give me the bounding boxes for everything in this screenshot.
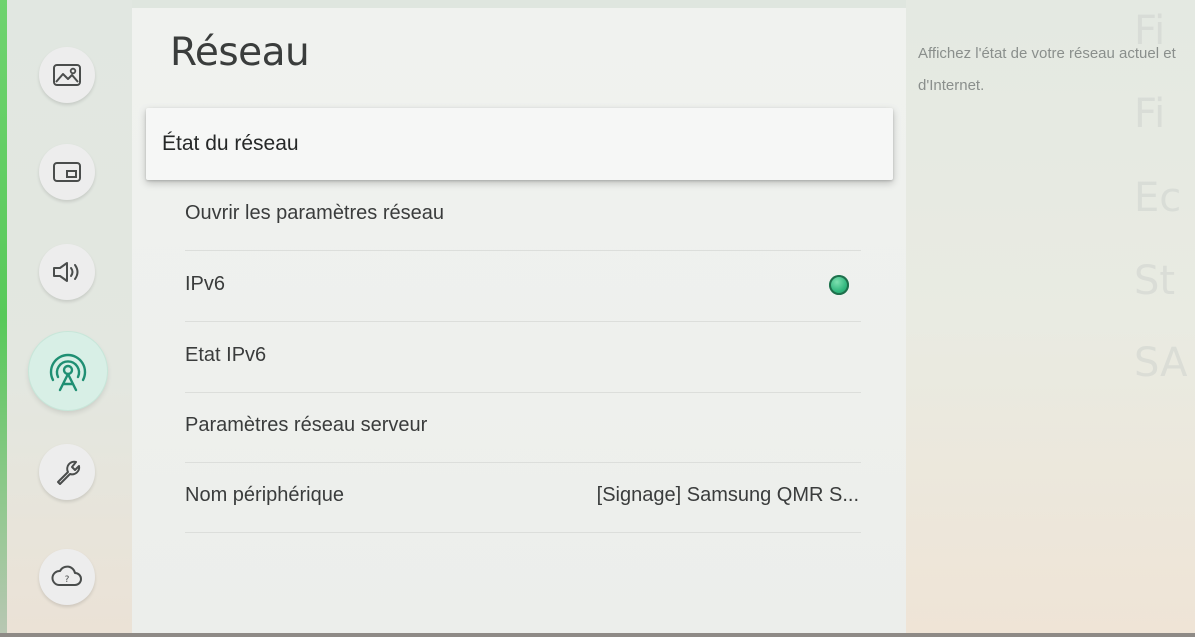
help-description: Affichez l'état de votre réseau actuel e… [918,45,1176,94]
menu-item-network-status[interactable]: État du réseau [146,108,893,180]
menu-item-open-network-settings[interactable]: Ouvrir les paramètres réseau [185,180,861,251]
sidebar-item-sound[interactable] [39,244,95,300]
sidebar-item-picture[interactable] [39,47,95,103]
menu-item-label: Paramètres réseau serveur [185,414,428,436]
edge-accent [0,0,7,637]
menu-item-label: IPv6 [185,273,226,295]
sound-icon [51,259,83,285]
menu-item-ipv6[interactable]: IPv6 [185,251,861,322]
tv-settings-screen: Fi Fi Ec St SA Affichez l'état de votre … [0,0,1195,637]
ipv6-toggle[interactable] [829,275,849,295]
sidebar-item-help[interactable]: ? [39,549,95,605]
menu-item-server-network-settings[interactable]: Paramètres réseau serveur [185,392,861,463]
menu-item-label: Etat IPv6 [185,344,267,366]
menu-item-device-name[interactable]: Nom périphérique [Signage] Samsung QMR S… [185,462,861,533]
support-icon: ? [51,563,83,591]
ghost-menu-text: St [1134,258,1176,304]
screen-icon [52,159,82,185]
ghost-menu-text: Ec [1134,175,1182,221]
picture-icon [52,62,82,88]
bottom-edge [0,633,1195,637]
menu-item-ipv6-status[interactable]: Etat IPv6 [185,322,861,393]
device-name-value: [Signage] Samsung QMR S... [596,484,859,506]
sidebar-item-network[interactable] [29,332,107,410]
sidebar-item-support-tools[interactable] [39,444,95,500]
network-icon [45,348,91,394]
menu-item-label: Ouvrir les paramètres réseau [185,202,444,224]
category-sidebar: ? [7,0,132,633]
menu-item-label: Nom périphérique [185,484,344,506]
menu-item-label: État du réseau [162,132,299,155]
sidebar-item-screen[interactable] [39,144,95,200]
wrench-icon [52,457,82,487]
page-title: Réseau [170,30,310,75]
ghost-menu-text: SA [1134,340,1188,386]
svg-text:?: ? [65,575,70,585]
